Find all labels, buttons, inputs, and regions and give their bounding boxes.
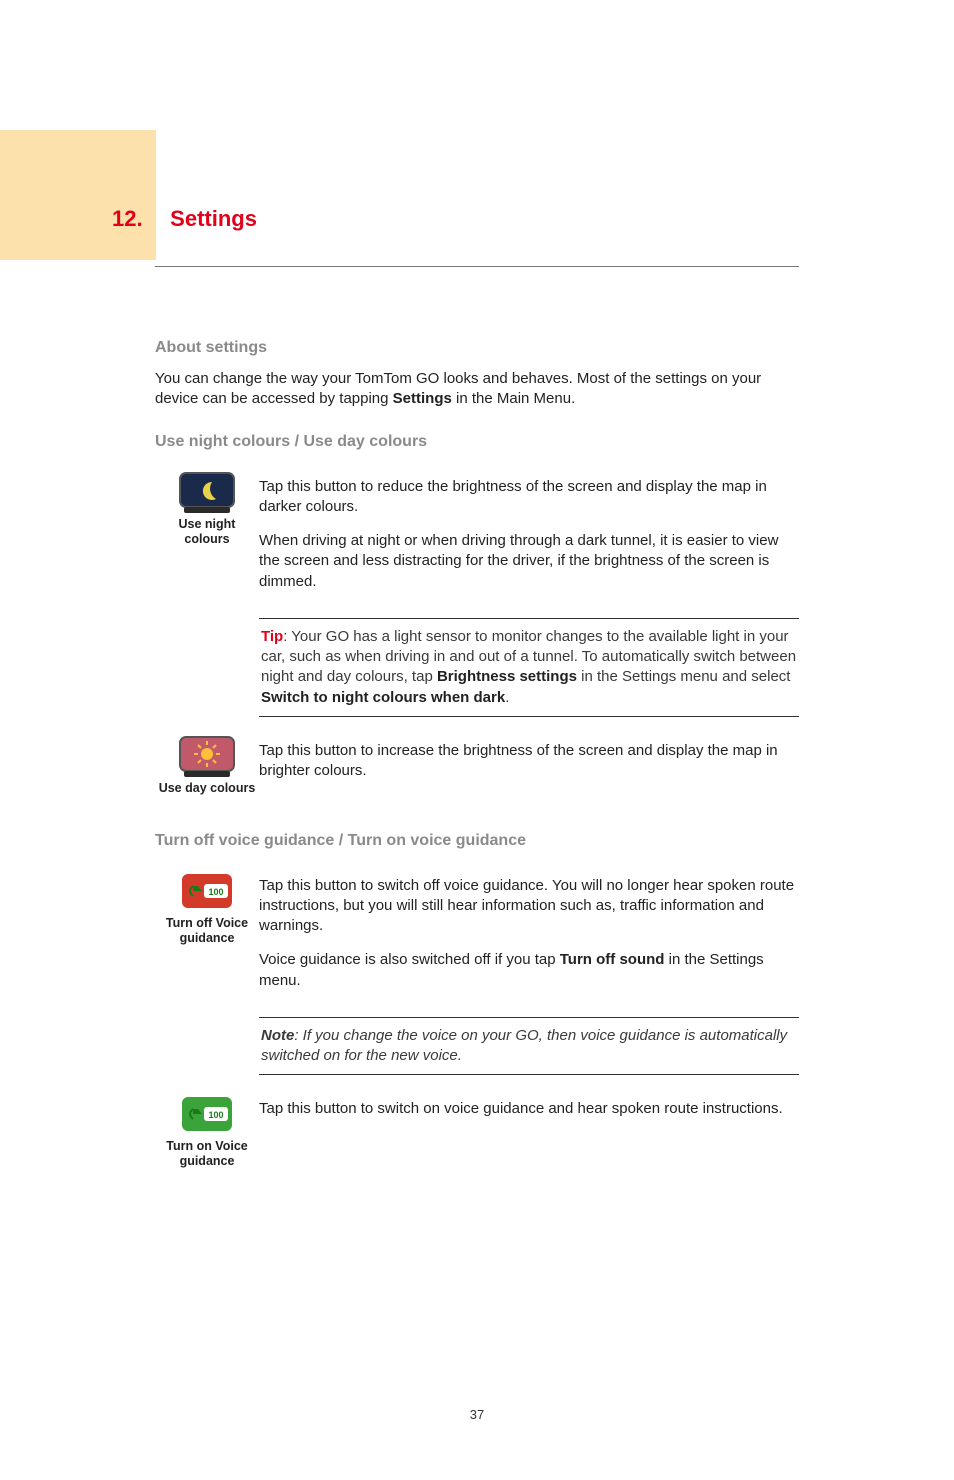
text-night: Tap this button to reduce the brightness… [259,471,799,606]
day-p1: Tap this button to increase the brightne… [259,741,799,782]
night-colours-icon [178,471,236,515]
tip-box-inner: Tip: Your GO has a light sensor to monit… [259,618,799,717]
about-body-post: in the Main Menu. [452,390,575,407]
voice-on-p1: Tap this button to switch on voice guida… [259,1099,799,1119]
heading-voice-guidance: Turn off voice guidance / Turn on voice … [155,830,799,852]
page-number: 37 [0,1406,954,1424]
icon-label-night: Use night colours [155,517,259,547]
text-voice-off: Tap this button to switch off voice guid… [259,870,799,1005]
text-day: Tap this button to increase the brightne… [259,735,799,796]
tip-post: . [505,689,509,706]
icon-label-day: Use day colours [155,781,259,796]
icon-cell-voice-on: 100 Turn on Voice guidance [155,1093,259,1169]
svg-text:100: 100 [208,887,223,897]
chapter-number: 12. [112,204,156,234]
page: 12. Settings About settings You can chan… [0,130,954,1480]
chapter-accent [0,130,156,260]
svg-text:100: 100 [208,1110,223,1120]
row-use-day-colours: Use day colours Tap this button to incre… [155,735,799,796]
chapter-title: Settings [170,206,257,231]
content: About settings You can change the way yo… [155,267,799,1169]
icon-label-voice-on: Turn on Voice guidance [155,1139,259,1169]
voice-off-p2-bold: Turn off sound [560,951,665,968]
tip-label: Tip [261,628,283,645]
day-colours-icon [178,735,236,779]
heading-night-day-colours: Use night colours / Use day colours [155,431,799,453]
note-body: : If you change the voice on your GO, th… [261,1027,787,1064]
night-p2: When driving at night or when driving th… [259,531,799,592]
icon-cell-day: Use day colours [155,735,259,796]
night-p1: Tap this button to reduce the brightness… [259,477,799,518]
voice-off-icon: 100 [178,870,236,914]
text-voice-on: Tap this button to switch on voice guida… [259,1093,799,1133]
icon-label-voice-off: Turn off Voice guidance [155,916,259,946]
about-body-bold: Settings [393,390,452,407]
icon-cell-voice-off: 100 Turn off Voice guidance [155,870,259,946]
row-turn-on-voice: 100 Turn on Voice guidance Tap this butt… [155,1093,799,1169]
heading-about-settings: About settings [155,337,799,359]
icon-cell-night: Use night colours [155,471,259,547]
tip-mid: in the Settings menu and select [577,668,790,685]
voice-off-p2: Voice guidance is also switched off if y… [259,950,799,991]
tip-bold1: Brightness settings [437,668,577,685]
note-label: Note [261,1027,294,1044]
note-box-inner: Note: If you change the voice on your GO… [259,1017,799,1076]
note-box: Note: If you change the voice on your GO… [259,1017,799,1076]
tip-bold2: Switch to night colours when dark [261,689,505,706]
row-turn-off-voice: 100 Turn off Voice guidance Tap this but… [155,870,799,1005]
row-use-night-colours: Use night colours Tap this button to red… [155,471,799,606]
chapter-title-wrap: 12. Settings [156,130,257,234]
tip-box: Tip: Your GO has a light sensor to monit… [259,618,799,717]
voice-on-icon: 100 [178,1093,236,1137]
voice-off-p1: Tap this button to switch off voice guid… [259,876,799,937]
chapter-header: 12. Settings [0,130,954,260]
about-settings-body: You can change the way your TomTom GO lo… [155,369,799,410]
voice-off-p2-pre: Voice guidance is also switched off if y… [259,951,560,968]
